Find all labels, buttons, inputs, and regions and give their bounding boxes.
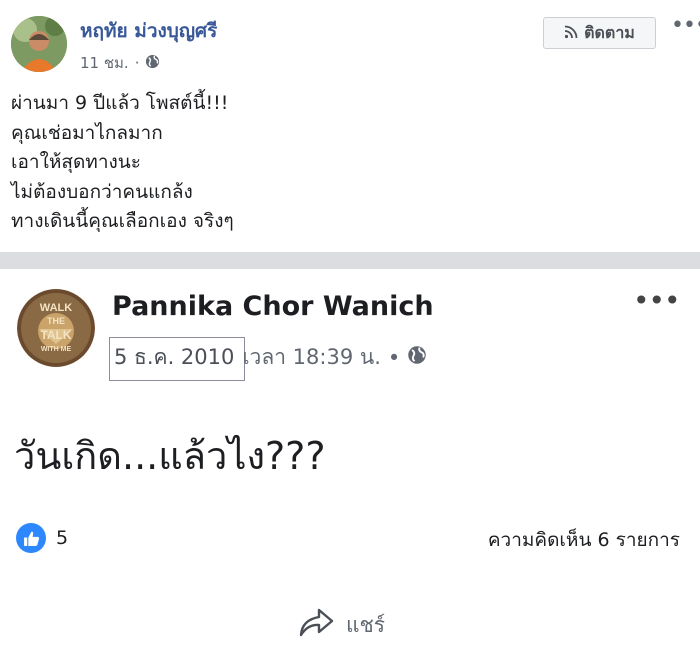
post-line: ทางเดินนี้คุณเลือกเอง จริงๆ: [11, 210, 234, 232]
share-label: แชร์: [346, 613, 386, 637]
avatar-text: THE: [47, 316, 65, 326]
shared-post-text: วันเกิด...แล้วไง???: [14, 434, 326, 478]
meta-separator: ·: [134, 54, 140, 72]
meta-separator: •: [387, 345, 401, 370]
like-count: 5: [56, 527, 69, 549]
shared-post-date[interactable]: 5 ธ.ค. 2010: [114, 341, 234, 374]
share-icon: [298, 607, 334, 644]
follow-label: ติดตาม: [584, 22, 635, 42]
shared-author-avatar[interactable]: WALK THE TALK WITH ME: [17, 289, 95, 367]
post-card: หฤทัย ม่วงบุญศรี 11 ชม. · ติดตาม ••• ผ่า…: [0, 0, 700, 252]
globe-icon: [407, 345, 427, 370]
avatar-text: WITH ME: [41, 346, 72, 353]
post-text: ผ่านมา 9 ปีแล้ว โพสต์นี้!!! คุณเช่อมาไกล…: [11, 89, 234, 237]
shared-author-name[interactable]: Pannika Chor Wanich: [112, 291, 434, 322]
rss-icon: [564, 24, 578, 43]
reaction-summary[interactable]: 5: [16, 523, 68, 553]
shared-post-meta: 5 ธ.ค. 2010 เวลา 18:39 น. •: [114, 341, 427, 374]
avatar-text: WALK: [40, 302, 72, 314]
comments-count[interactable]: ความคิดเห็น 6 รายการ: [488, 525, 680, 555]
follow-button[interactable]: ติดตาม: [543, 17, 656, 49]
shared-post-card: WALK THE TALK WITH ME Pannika Chor Wanic…: [0, 269, 700, 663]
avatar-text: TALK: [40, 328, 71, 342]
post-line: ผ่านมา 9 ปีแล้ว โพสต์นี้!!!: [11, 92, 229, 114]
post-divider: [0, 252, 700, 269]
post-time[interactable]: 11 ชม.: [80, 51, 129, 75]
post-meta: 11 ชม. ·: [80, 51, 160, 75]
more-horizontal-icon[interactable]: •••: [671, 15, 700, 37]
shared-post-time[interactable]: เวลา 18:39 น.: [242, 341, 381, 374]
globe-icon: [145, 54, 160, 73]
like-icon: [16, 523, 46, 553]
post-line: คุณเช่อมาไกลมาก: [11, 121, 163, 144]
post-line: ไม่ต้องบอกว่าคนแกล้ง: [11, 180, 193, 203]
author-avatar[interactable]: [11, 16, 67, 72]
share-button[interactable]: แชร์: [298, 607, 385, 644]
author-name[interactable]: หฤทัย ม่วงบุญศรี: [80, 16, 217, 46]
post-line: เอาให้สุดทางนะ: [11, 151, 141, 173]
more-horizontal-icon[interactable]: •••: [633, 287, 681, 315]
